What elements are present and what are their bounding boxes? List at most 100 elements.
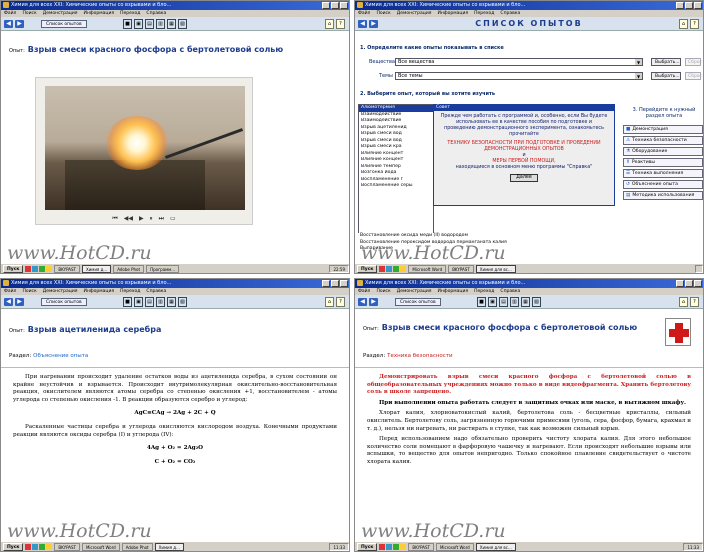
rewind-start-icon[interactable]: ⏮ bbox=[112, 215, 117, 223]
taskbar-item[interactable]: Microsoft Word bbox=[81, 542, 120, 551]
close-button[interactable] bbox=[694, 280, 702, 287]
menu-search[interactable]: Поиск bbox=[376, 288, 390, 295]
taskbar-item[interactable]: Программ... bbox=[146, 264, 180, 273]
quicklaunch-icon[interactable] bbox=[400, 543, 407, 550]
experiment-list-button[interactable]: Список опытов bbox=[41, 20, 87, 28]
taskbar-item[interactable]: Adobe Phot bbox=[121, 542, 153, 551]
explanation-icon[interactable]: ▧ bbox=[178, 19, 187, 29]
section-equipment-button[interactable]: ⚗ Оборудование bbox=[623, 147, 703, 156]
help-icon[interactable]: ? bbox=[690, 297, 699, 307]
demo-icon[interactable]: ■ bbox=[123, 297, 132, 307]
pause-icon[interactable]: ⏸ bbox=[150, 215, 153, 223]
maximize-button[interactable] bbox=[331, 280, 339, 287]
menu-demo[interactable]: Демонстрация bbox=[397, 288, 432, 295]
quicklaunch-icon[interactable] bbox=[386, 543, 393, 550]
technique-icon[interactable]: ▦ bbox=[167, 19, 176, 29]
safety-icon[interactable]: ▣ bbox=[488, 297, 497, 307]
experiment-list[interactable]: Алюмотермия Взаимодействие Взаимодействи… bbox=[358, 104, 434, 252]
quicklaunch-icon[interactable] bbox=[386, 265, 393, 272]
quicklaunch-icon[interactable] bbox=[393, 265, 400, 272]
demo-icon[interactable]: ■ bbox=[123, 19, 132, 29]
section-safety-button[interactable]: ⚠ Техника безопасности bbox=[623, 136, 703, 145]
substances-select[interactable]: Все вещества ▼ bbox=[395, 58, 643, 66]
back-arrow-icon[interactable]: ◀ bbox=[358, 298, 367, 306]
forward-end-icon[interactable]: ⏭ bbox=[159, 215, 164, 223]
menu-go[interactable]: Переход bbox=[474, 10, 494, 17]
menu-info[interactable]: Информация bbox=[83, 288, 114, 295]
section-method-button[interactable]: ▤ Методика использования bbox=[623, 191, 703, 200]
menu-file[interactable]: Файл bbox=[4, 10, 16, 17]
menu-demo[interactable]: Демонстрация bbox=[397, 10, 432, 17]
minimize-button[interactable] bbox=[322, 280, 330, 287]
close-button[interactable] bbox=[694, 2, 702, 9]
close-button[interactable] bbox=[340, 280, 348, 287]
safety-icon[interactable]: ▣ bbox=[134, 297, 143, 307]
quicklaunch-icon[interactable] bbox=[393, 543, 400, 550]
equipment-icon[interactable]: ▤ bbox=[145, 297, 154, 307]
help-icon[interactable]: ? bbox=[690, 19, 699, 29]
quicklaunch-icon[interactable] bbox=[379, 265, 386, 272]
start-button[interactable]: Пуск bbox=[357, 542, 378, 551]
equipment-icon[interactable]: ▤ bbox=[499, 297, 508, 307]
demo-icon[interactable]: ■ bbox=[477, 297, 486, 307]
close-button[interactable] bbox=[340, 2, 348, 9]
menu-help[interactable]: Справка bbox=[500, 288, 520, 295]
quicklaunch-icon[interactable] bbox=[32, 265, 39, 272]
quicklaunch-icon[interactable] bbox=[46, 543, 53, 550]
quicklaunch-icon[interactable] bbox=[25, 265, 32, 272]
menu-go[interactable]: Переход bbox=[474, 288, 494, 295]
menu-info[interactable]: Информация bbox=[83, 10, 114, 17]
taskbar-item[interactable]: BKYPAST bbox=[408, 542, 434, 551]
minimize-button[interactable] bbox=[322, 2, 330, 9]
section-demo-button[interactable]: ■ Демонстрация bbox=[623, 125, 703, 134]
maximize-button[interactable] bbox=[685, 280, 693, 287]
section-technique-button[interactable]: ☰ Техника выполнения bbox=[623, 169, 703, 178]
home-icon[interactable]: ⌂ bbox=[325, 297, 334, 307]
experiment-list-button[interactable]: Список опытов bbox=[41, 298, 87, 306]
taskbar-item[interactable]: Microsoft Word bbox=[408, 264, 447, 273]
menu-info[interactable]: Информация bbox=[437, 288, 468, 295]
quicklaunch-icon[interactable] bbox=[32, 543, 39, 550]
list-item[interactable]: Воспламенение серы bbox=[359, 183, 433, 190]
fullscreen-icon[interactable]: ▭ bbox=[170, 215, 176, 223]
quicklaunch-icon[interactable] bbox=[400, 265, 407, 272]
explanation-icon[interactable]: ▧ bbox=[532, 297, 541, 307]
reagents-icon[interactable]: ▥ bbox=[156, 297, 165, 307]
experiment-list-button[interactable]: Список опытов bbox=[395, 298, 441, 306]
home-icon[interactable]: ⌂ bbox=[679, 297, 688, 307]
minimize-button[interactable] bbox=[676, 280, 684, 287]
maximize-button[interactable] bbox=[685, 2, 693, 9]
menu-help[interactable]: Справка bbox=[146, 288, 166, 295]
taskbar-item[interactable]: BKYPAST bbox=[54, 542, 80, 551]
menu-demo[interactable]: Демонстрация bbox=[43, 288, 78, 295]
menu-demo[interactable]: Демонстрация bbox=[43, 10, 78, 17]
menu-search[interactable]: Поиск bbox=[22, 10, 36, 17]
start-button[interactable]: Пуск bbox=[357, 264, 378, 273]
choose-themes-button[interactable]: Выбрать... bbox=[651, 72, 681, 80]
reset-themes-button[interactable]: Сброс bbox=[685, 72, 702, 80]
taskbar-item[interactable]: Microsoft Word bbox=[435, 542, 474, 551]
forward-arrow-icon[interactable]: ▶ bbox=[15, 20, 24, 28]
taskbar-item-active[interactable]: Химия д... bbox=[81, 264, 112, 273]
dialog-next-button[interactable]: Далее bbox=[510, 174, 538, 182]
home-icon[interactable]: ⌂ bbox=[679, 19, 688, 29]
taskbar-item-active[interactable]: Химия для вс... bbox=[475, 264, 516, 273]
quicklaunch-icon[interactable] bbox=[25, 543, 32, 550]
help-icon[interactable]: ? bbox=[336, 19, 345, 29]
video-player[interactable]: ⏮ ◀◀ ▶ ⏸ ⏭ ▭ bbox=[35, 77, 253, 225]
menu-go[interactable]: Переход bbox=[120, 288, 140, 295]
menu-search[interactable]: Поиск bbox=[22, 288, 36, 295]
menu-file[interactable]: Файл bbox=[4, 288, 16, 295]
forward-arrow-icon[interactable]: ▶ bbox=[15, 298, 24, 306]
themes-select[interactable]: Все темы ▼ bbox=[395, 72, 643, 80]
taskbar-item[interactable]: BKYPAST bbox=[54, 264, 80, 273]
menu-file[interactable]: Файл bbox=[358, 10, 370, 17]
taskbar-item[interactable]: BKYPAST bbox=[448, 264, 474, 273]
safety-icon[interactable]: ▣ bbox=[134, 19, 143, 29]
section-reagents-button[interactable]: ⚱ Реактивы bbox=[623, 158, 703, 167]
play-icon[interactable]: ▶ bbox=[139, 215, 144, 223]
rewind-icon[interactable]: ◀◀ bbox=[124, 215, 133, 223]
start-button[interactable]: Пуск bbox=[3, 264, 24, 273]
reagents-icon[interactable]: ▥ bbox=[156, 19, 165, 29]
technique-icon[interactable]: ▦ bbox=[521, 297, 530, 307]
